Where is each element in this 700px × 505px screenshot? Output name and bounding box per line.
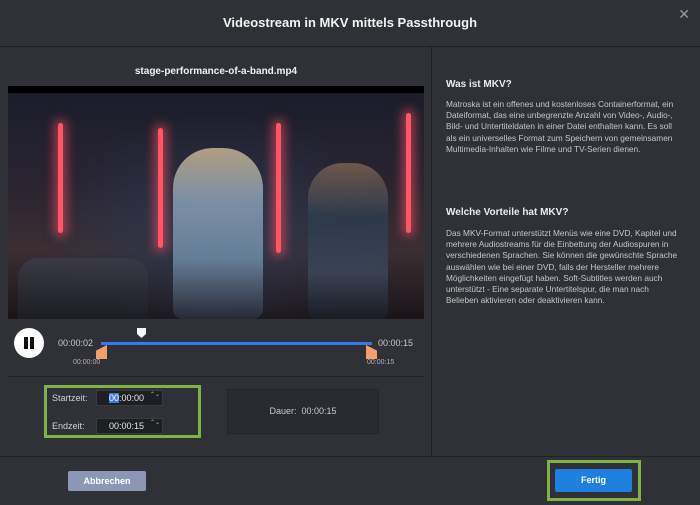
pause-button[interactable] [14, 328, 44, 358]
pause-icon-bar [30, 337, 34, 349]
info-heading-what-is-mkv: Was ist MKV? [446, 79, 512, 90]
video-frame [8, 93, 424, 319]
stage-light [276, 123, 281, 253]
info-heading-advantages: Welche Vorteile hat MKV? [446, 207, 569, 218]
end-time-label: Endzeit: [52, 421, 85, 431]
duration-value: 00:00:15 [301, 406, 337, 416]
controls-divider [8, 376, 424, 377]
trim-end-handle[interactable] [366, 345, 377, 359]
stage-light [406, 113, 411, 233]
start-time-label: Startzeit: [52, 393, 88, 403]
stage-light [58, 123, 63, 233]
trim-range-track[interactable] [101, 342, 372, 345]
end-time-field[interactable]: 00:00:15 ⌃⌄ [96, 418, 163, 434]
video-filename: stage-performance-of-a-band.mp4 [134, 66, 298, 77]
guitarist-figure [308, 163, 388, 319]
panel-divider [431, 47, 432, 457]
stage-light [158, 128, 163, 248]
range-start-time: 00:00:00 [73, 359, 101, 366]
duration-label: Dauer: [269, 406, 297, 416]
drum-kit [18, 258, 148, 319]
dialog-title: Videostream in MKV mittels Passthrough [222, 15, 478, 30]
info-text-what-is-mkv: Matroska ist ein offenes und kostenloses… [446, 99, 674, 154]
end-time: 00:00:15 [378, 338, 414, 348]
video-preview[interactable] [8, 86, 424, 319]
info-text-advantages: Das MKV-Format unterstützt Menüs wie ein… [446, 228, 678, 306]
start-time-selected-segment: 00 [109, 393, 120, 403]
done-button[interactable]: Fertig [555, 469, 632, 492]
singer-figure [173, 148, 263, 319]
current-time: 00:00:02 [58, 338, 94, 348]
end-time-spinner-icon[interactable]: ⌃⌄ [150, 420, 160, 426]
end-time-value: 00:00:15 [109, 421, 145, 431]
pause-icon [24, 337, 28, 349]
cancel-button[interactable]: Abbrechen [68, 471, 146, 491]
playhead-marker[interactable] [137, 328, 146, 338]
start-time-field[interactable]: 00:00:00 ⌃⌄ [96, 390, 163, 406]
title-divider [0, 46, 700, 47]
start-time-spinner-icon[interactable]: ⌃⌄ [150, 392, 160, 398]
trim-start-handle[interactable] [96, 345, 107, 359]
footer-divider [0, 456, 700, 457]
close-icon[interactable]: ✕ [678, 6, 690, 23]
range-end-time: 00:00:15 [367, 359, 395, 366]
duration-display: Dauer: 00:00:15 [227, 389, 379, 434]
start-time-value: :00:00 [119, 393, 145, 403]
